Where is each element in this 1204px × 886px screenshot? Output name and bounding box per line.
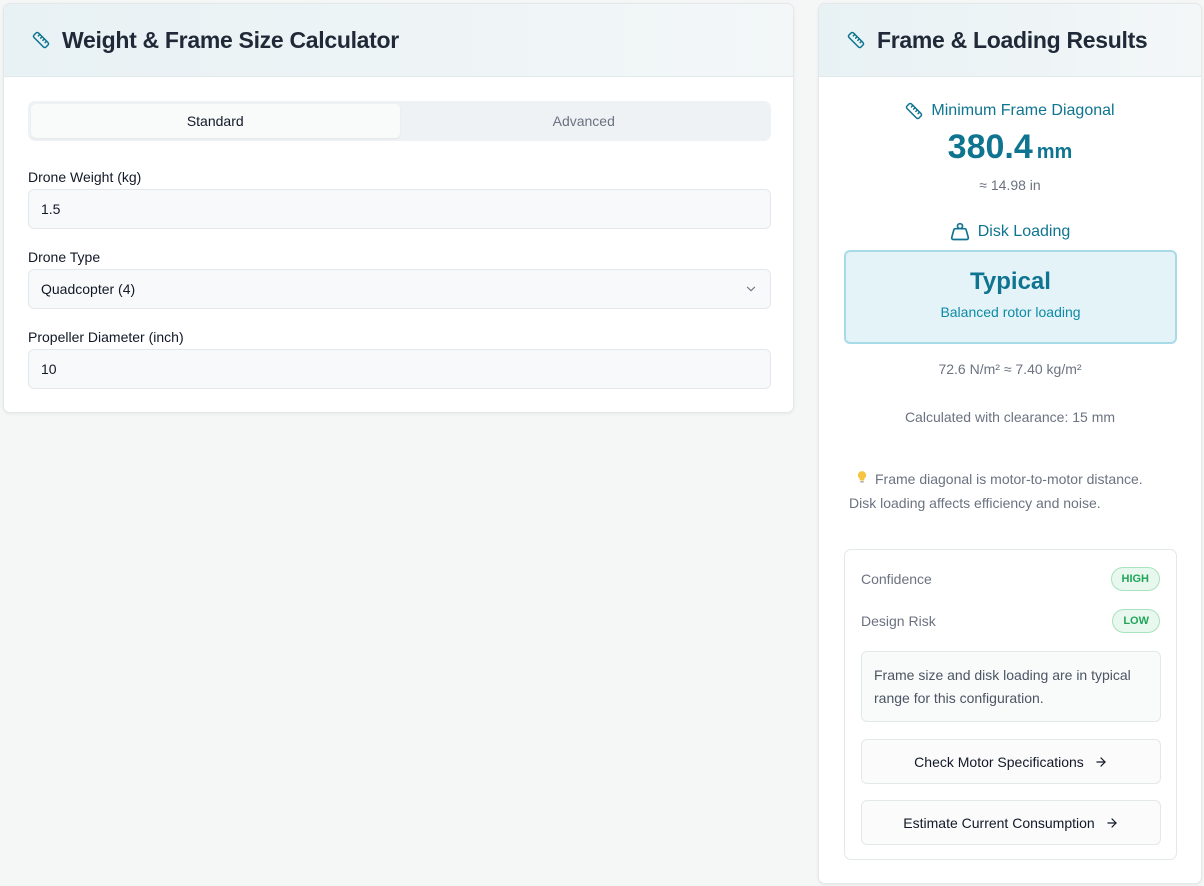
clearance-note: Calculated with clearance: 15 mm — [904, 409, 1116, 425]
chevron-down-icon — [744, 282, 758, 296]
disk-loading-values: 72.6 N/m² ≈ 7.40 kg/m² — [938, 361, 1082, 377]
results-header: Frame & Loading Results — [819, 4, 1201, 77]
calculator-card: Weight & Frame Size Calculator Standard … — [3, 3, 794, 413]
drone-weight-input[interactable] — [41, 201, 758, 217]
drone-weight-field-box — [28, 189, 771, 229]
calculator-header: Weight & Frame Size Calculator — [4, 4, 793, 77]
confidence-label: Confidence — [861, 571, 932, 587]
disk-loading-heading: Disk Loading — [977, 223, 1071, 240]
design-risk-badge: LOW — [1112, 609, 1160, 633]
propeller-diameter-input[interactable] — [41, 361, 758, 377]
propeller-diameter-field-box — [28, 349, 771, 389]
disk-loading-heading-row: Disk Loading — [819, 222, 1201, 242]
frame-diagonal-value-row: 380.4 mm — [819, 128, 1201, 167]
frame-diagonal-imperial: ≈ 14.98 in — [979, 177, 1041, 193]
disk-loading-status: Typical — [970, 268, 1051, 295]
drone-type-label: Drone Type — [28, 249, 101, 265]
design-risk-label: Design Risk — [861, 613, 936, 629]
drone-weight-label: Drone Weight (kg) — [28, 169, 142, 185]
tip-box: Frame diagonal is motor-to-motor distanc… — [849, 467, 1175, 515]
estimate-current-consumption-button[interactable]: Estimate Current Consumption — [861, 800, 1161, 845]
tab-standard[interactable]: Standard — [31, 104, 400, 138]
ruler-icon — [847, 31, 865, 49]
tab-advanced[interactable]: Advanced — [400, 104, 769, 138]
lightbulb-icon — [855, 467, 869, 491]
drone-type-value: Quadcopter (4) — [41, 281, 136, 297]
check-motor-specifications-button[interactable]: Check Motor Specifications — [861, 739, 1161, 784]
results-card: Frame & Loading Results Minimum Frame Di… — [818, 3, 1202, 884]
ruler-icon — [905, 102, 923, 120]
arrow-right-icon — [1094, 755, 1108, 769]
arrow-right-icon — [1105, 816, 1119, 830]
frame-diagonal-heading: Minimum Frame Diagonal — [931, 102, 1115, 119]
drone-type-select[interactable]: Quadcopter (4) — [28, 269, 771, 309]
tip-line-2: Disk loading affects efficiency and nois… — [849, 495, 1101, 511]
assessment-card: Confidence HIGH Design Risk LOW Frame si… — [844, 549, 1177, 860]
disk-loading-status-desc: Balanced rotor loading — [940, 304, 1081, 320]
frame-diagonal-value: 380.4 — [947, 128, 1033, 166]
propeller-diameter-label: Propeller Diameter (inch) — [28, 329, 184, 345]
confidence-badge: HIGH — [1110, 567, 1160, 591]
weight-icon — [950, 222, 970, 242]
estimate-current-consumption-label: Estimate Current Consumption — [903, 814, 1095, 831]
tip-line-1: Frame diagonal is motor-to-motor distanc… — [875, 471, 1143, 487]
frame-diagonal-heading-row: Minimum Frame Diagonal — [819, 102, 1201, 120]
calculator-title: Weight & Frame Size Calculator — [62, 26, 399, 53]
ruler-icon — [32, 31, 50, 49]
check-motor-specifications-label: Check Motor Specifications — [914, 753, 1084, 770]
results-title: Frame & Loading Results — [877, 26, 1148, 53]
disk-loading-status-box: Typical Balanced rotor loading — [844, 250, 1177, 344]
mode-tabs: Standard Advanced — [28, 101, 771, 141]
frame-diagonal-unit: mm — [1036, 141, 1073, 163]
assessment-note: Frame size and disk loading are in typic… — [861, 651, 1161, 722]
